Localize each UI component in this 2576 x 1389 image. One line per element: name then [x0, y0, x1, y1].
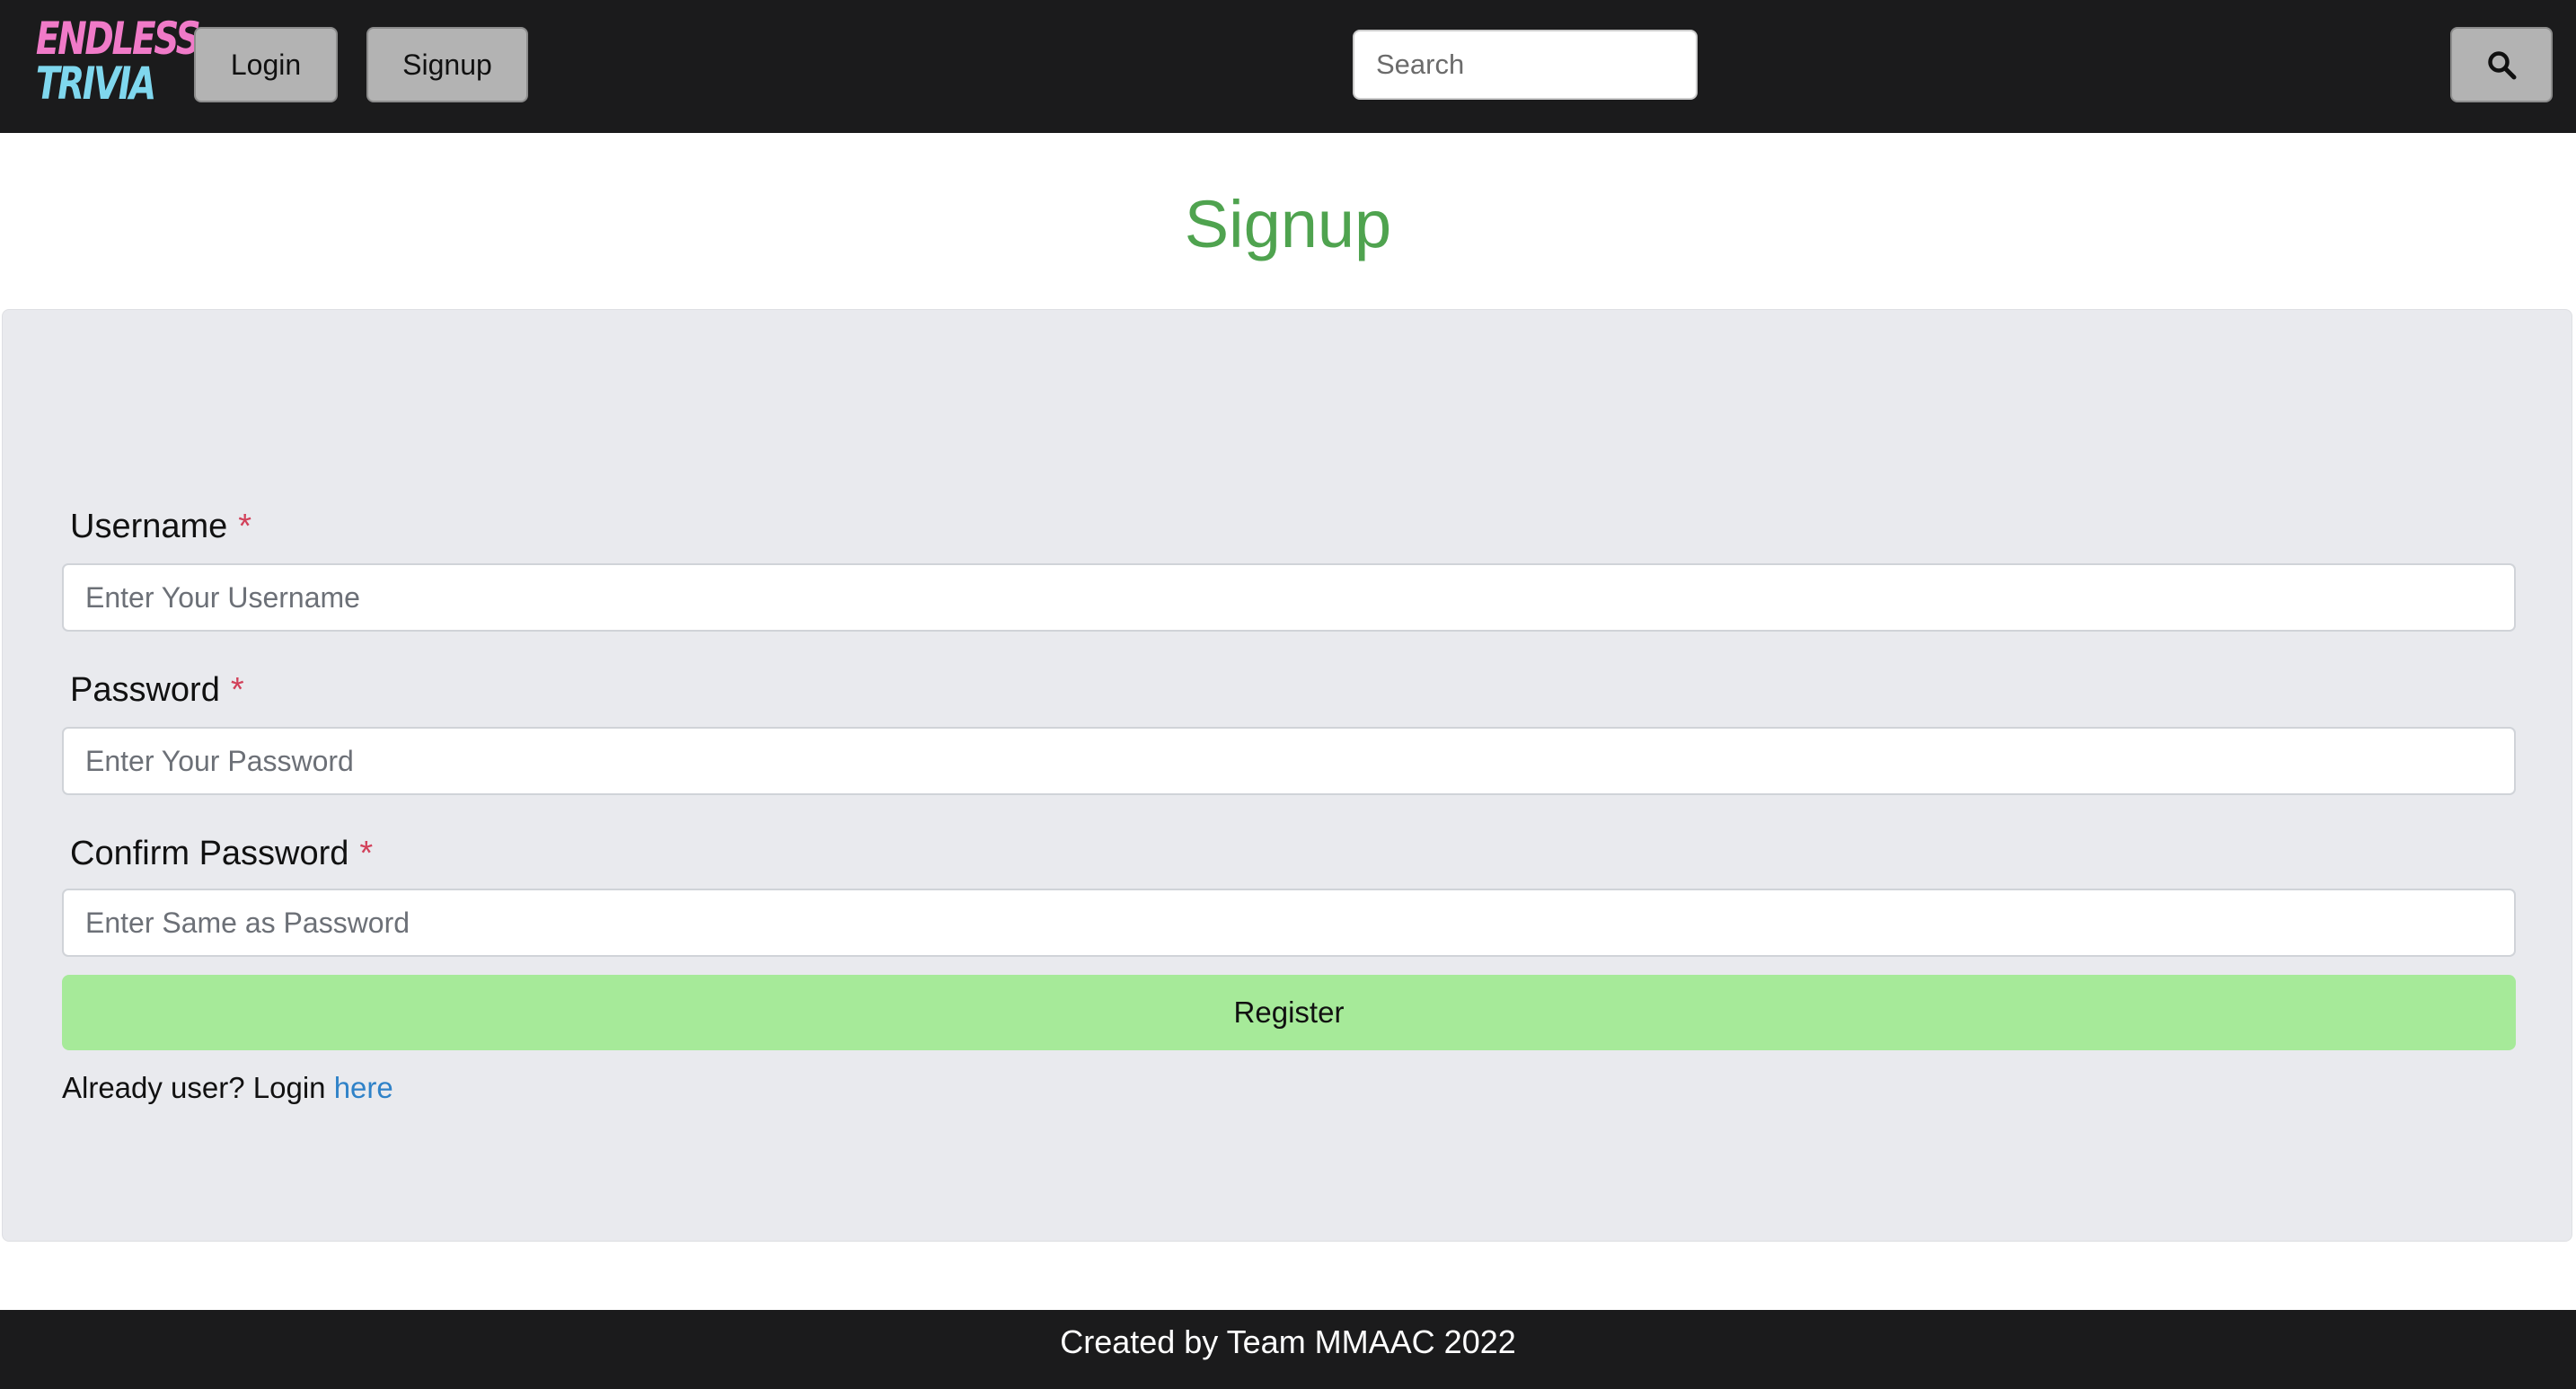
page-title: Signup	[1184, 187, 1392, 261]
password-field[interactable]	[62, 727, 2516, 795]
login-here-link[interactable]: here	[334, 1071, 393, 1104]
signup-button[interactable]: Signup	[366, 27, 528, 102]
logo-line-2: TRIVIA	[35, 58, 156, 110]
search-input[interactable]	[1353, 30, 1698, 100]
top-navbar: ENDLESS TRIVIA Login Signup	[0, 0, 2576, 133]
search-icon	[2488, 51, 2517, 80]
password-label-text: Password	[70, 671, 220, 709]
footer: Created by Team MMAAC 2022	[0, 1310, 2576, 1389]
endless-trivia-logo[interactable]: ENDLESS TRIVIA	[20, 13, 201, 110]
password-label: Password *	[70, 668, 244, 712]
logo-line-1: ENDLESS	[35, 13, 201, 65]
username-label-text: Username	[70, 508, 228, 545]
required-marker: *	[238, 508, 252, 545]
confirm-password-label: Confirm Password *	[70, 831, 373, 876]
required-marker: *	[230, 671, 244, 709]
login-prompt-text: Already user? Login	[62, 1071, 326, 1104]
username-label: Username *	[70, 504, 251, 549]
confirm-password-field[interactable]	[62, 889, 2516, 957]
register-button[interactable]: Register	[62, 975, 2516, 1050]
signup-form-card: Username * Password * Confirm Password * Re…	[2, 309, 2572, 1242]
required-marker: *	[359, 835, 374, 872]
confirm-password-label-text: Confirm Password	[70, 835, 349, 872]
login-button[interactable]: Login	[194, 27, 338, 102]
footer-credit: Created by Team MMAAC 2022	[1060, 1323, 1516, 1360]
login-prompt: Already user? Login here	[62, 1068, 393, 1108]
search-button[interactable]	[2450, 27, 2553, 102]
username-field[interactable]	[62, 563, 2516, 632]
